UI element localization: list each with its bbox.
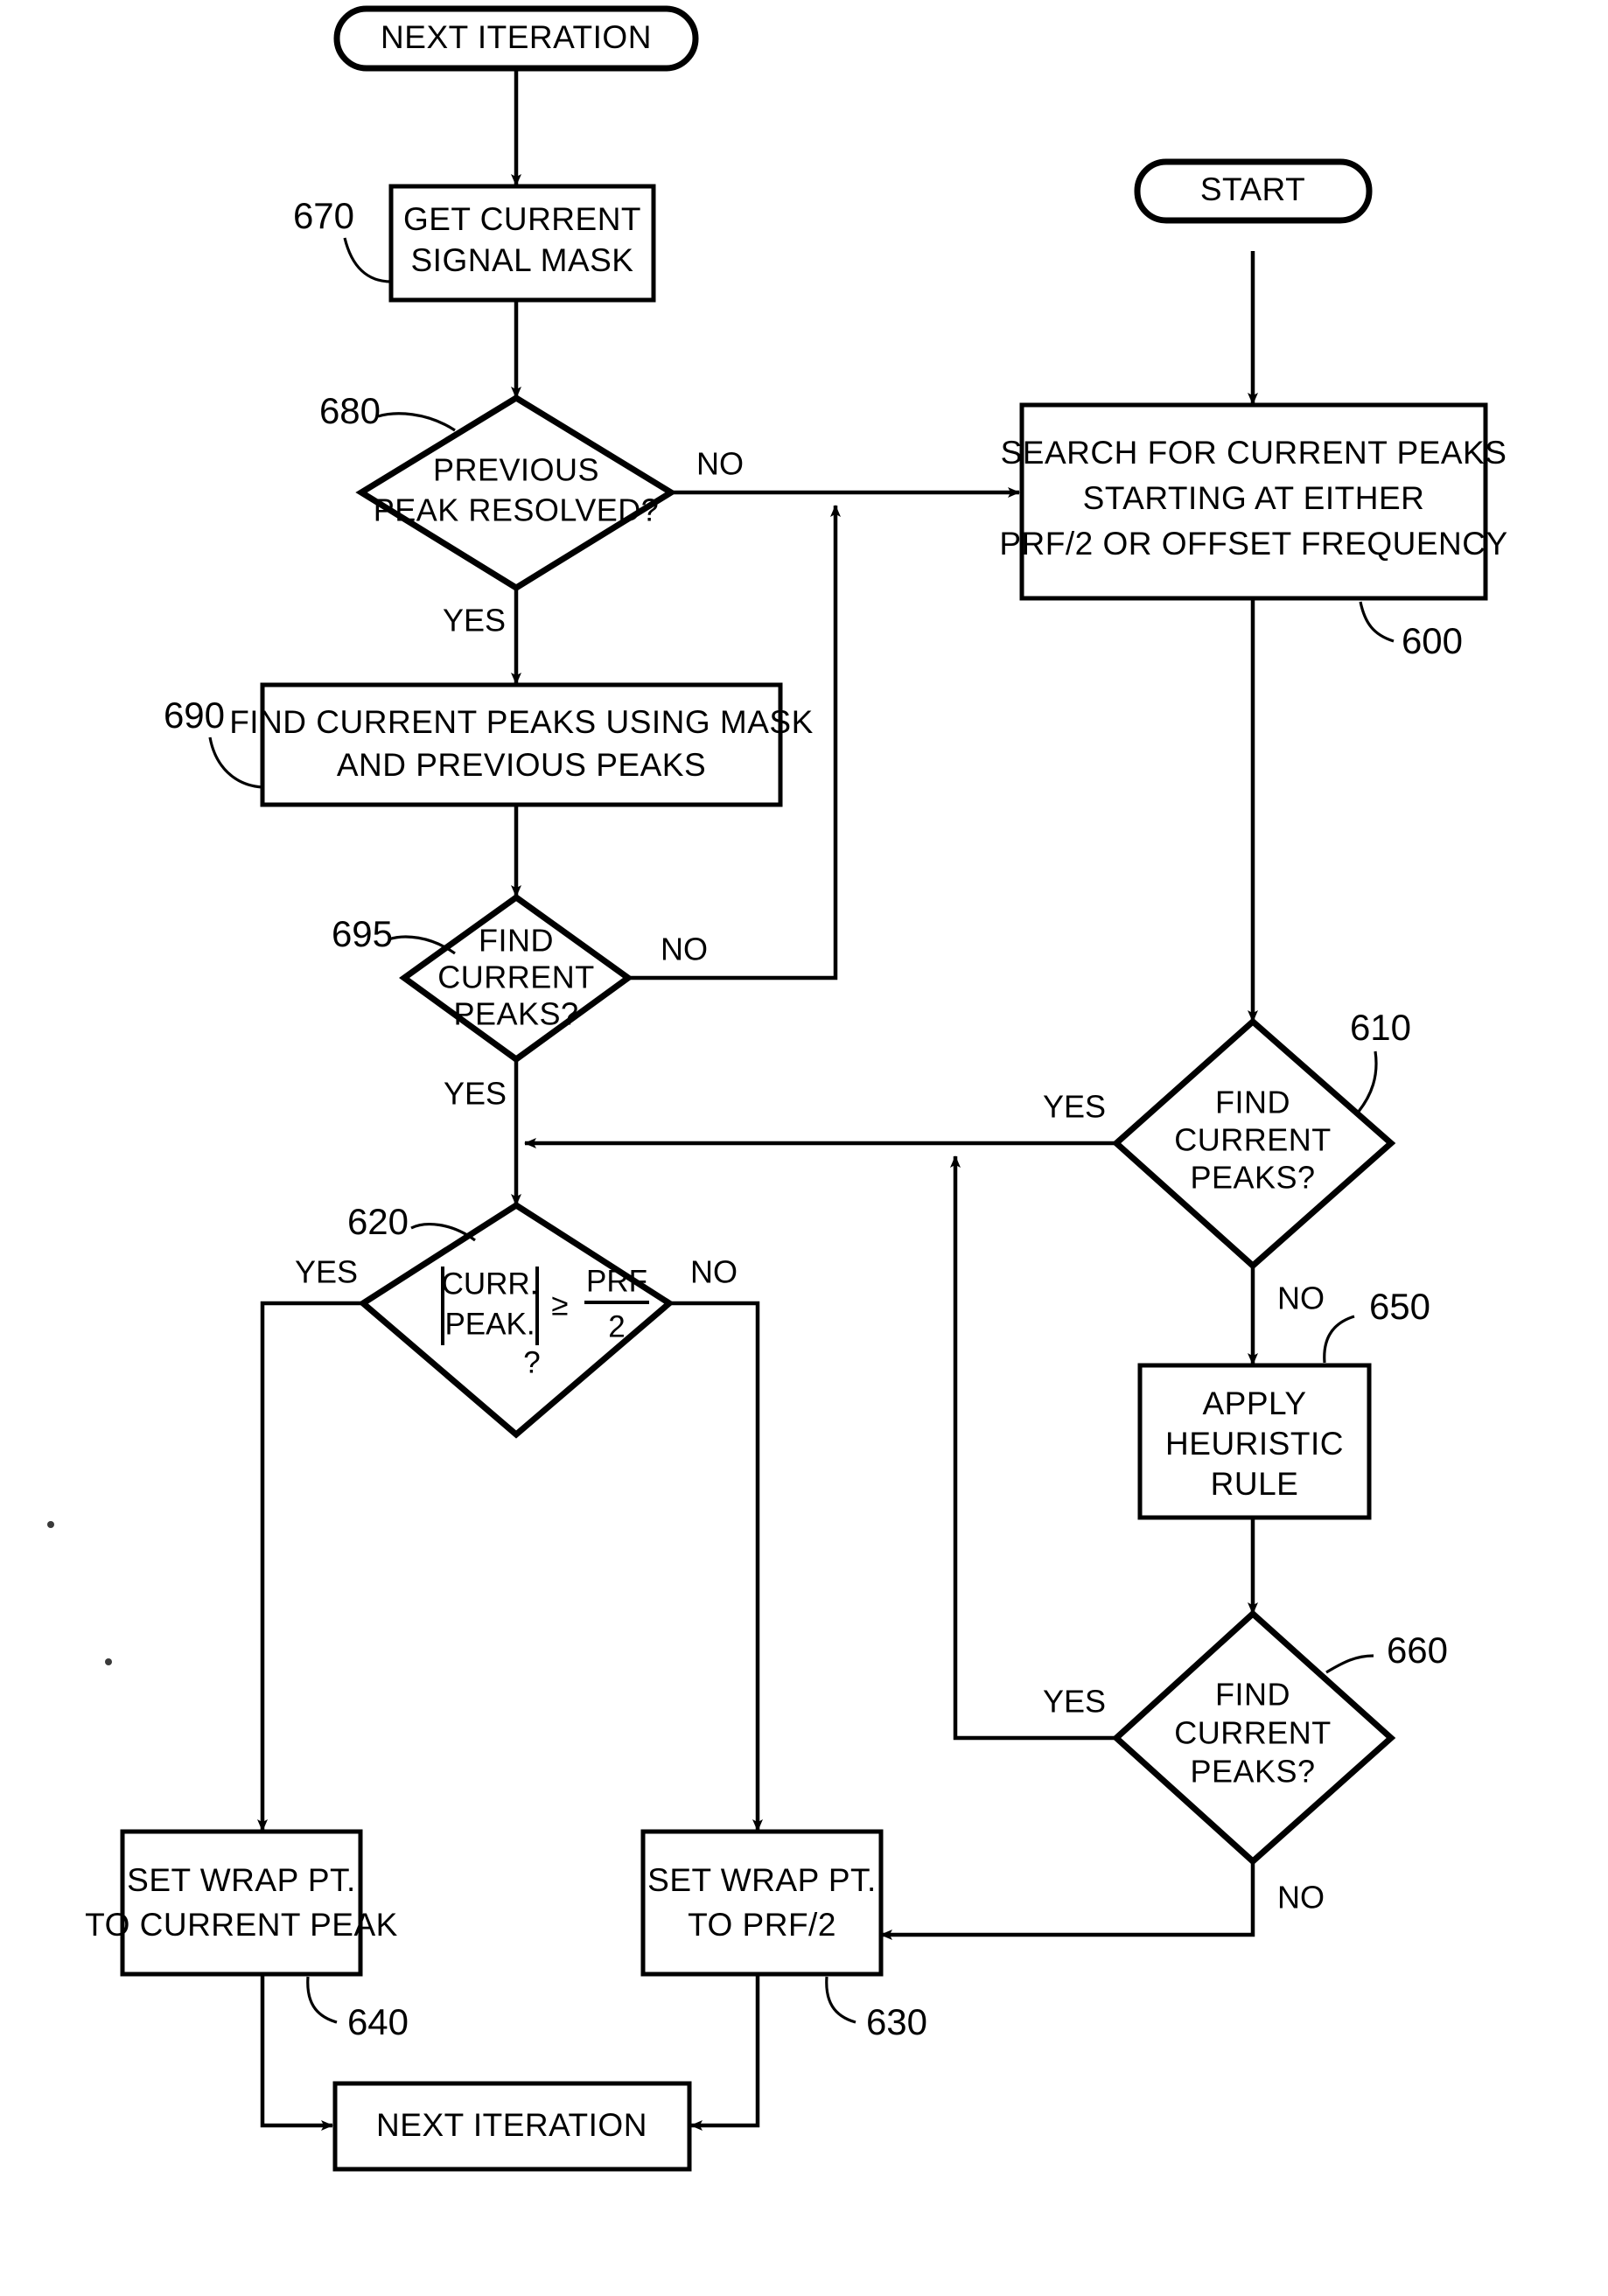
find-610-line2: CURRENT (1174, 1122, 1332, 1158)
previous-peak-line1: PREVIOUS (433, 452, 599, 488)
edge-compare-yes-to-set-current (257, 1301, 363, 1832)
compare-fraction-bottom: 2 (608, 1309, 625, 1343)
find-695-line2: CURRENT (437, 960, 595, 995)
edge-set-current-to-next-iteration (260, 1954, 333, 2131)
find-660-line2: CURRENT (1174, 1715, 1332, 1751)
set-prf2-line2: TO PRF/2 (688, 1907, 836, 1943)
find-660-line3: PEAKS? (1190, 1754, 1315, 1790)
set-current-line1: SET WRAP PT. (127, 1862, 356, 1898)
node-previous-peak-resolved[interactable]: PREVIOUS PEAK RESOLVED? (355, 394, 677, 592)
node-find-current-peaks-610[interactable]: FIND CURRENT PEAKS? (1111, 1017, 1396, 1270)
ref-610-label: 610 (1350, 1007, 1411, 1048)
find-mask-line1: FIND CURRENT PEAKS USING MASK (229, 704, 814, 740)
edge-compare-no-to-set-prf2 (669, 1301, 763, 1832)
ref-680-label: 680 (319, 390, 381, 431)
ref-640-label: 640 (347, 2001, 409, 2042)
node-next-iteration-top[interactable]: NEXT ITERATION (333, 5, 699, 72)
node-next-iteration-bottom[interactable]: NEXT ITERATION (332, 2081, 692, 2172)
ref-600: 600 (1359, 601, 1463, 661)
ref-620: 620 (347, 1201, 476, 1242)
edge-label-695-no: NO (661, 932, 708, 967)
edge-660-no-to-set-prf2 (880, 1861, 1255, 1940)
find-695-line1: FIND (479, 923, 554, 959)
ref-610: 610 (1350, 1007, 1411, 1113)
ref-670-label: 670 (293, 195, 354, 236)
start-label: START (1200, 171, 1305, 207)
ref-630-label: 630 (866, 2001, 927, 2042)
node-set-wrap-pt-prf2[interactable]: SET WRAP PT. TO PRF/2 (640, 1829, 884, 1977)
set-current-line2: TO CURRENT PEAK (85, 1907, 398, 1943)
edge-label-610-no: NO (1277, 1281, 1325, 1316)
node-find-current-peaks-660[interactable]: FIND CURRENT PEAKS? (1111, 1609, 1396, 1866)
find-mask-line2: AND PREVIOUS PEAKS (337, 747, 706, 783)
search-line1: SEARCH FOR CURRENT PEAKS (1001, 435, 1507, 471)
ref-670: 670 (293, 195, 392, 283)
edge-label-610-yes: YES (1043, 1089, 1106, 1125)
edge-label-695-yes: YES (444, 1076, 507, 1112)
find-695-line3: PEAKS? (453, 996, 578, 1032)
ref-640: 640 (306, 1976, 409, 2042)
ref-660: 660 (1325, 1630, 1448, 1674)
edge-set-prf2-to-next-iteration (690, 1954, 760, 2131)
node-find-current-peaks-using-mask[interactable]: FIND CURRENT PEAKS USING MASK AND PREVIO… (229, 682, 814, 807)
edge-label-660-no: NO (1277, 1880, 1325, 1916)
find-660-line1: FIND (1215, 1677, 1290, 1713)
node-search-for-current-peaks[interactable]: SEARCH FOR CURRENT PEAKS STARTING AT EIT… (999, 402, 1507, 601)
compare-question-mark: ? (523, 1345, 540, 1379)
edge-660-yes-to-compare (950, 1155, 1116, 1741)
ref-630: 630 (825, 1976, 927, 2042)
edge-label-compare-no: NO (690, 1254, 738, 1290)
compare-denominator: PEAK. (444, 1307, 535, 1341)
node-find-current-peaks-695[interactable]: FIND CURRENT PEAKS? (399, 893, 633, 1064)
ref-695: 695 (332, 913, 456, 955)
next-iteration-top-label: NEXT ITERATION (381, 19, 652, 55)
heuristic-line1: APPLY (1202, 1385, 1306, 1421)
ref-680: 680 (319, 390, 456, 432)
node-start[interactable]: START (1134, 158, 1373, 224)
heuristic-line3: RULE (1211, 1466, 1299, 1502)
edge-label-previous-peak-yes: YES (443, 603, 506, 639)
node-set-wrap-pt-current-peak[interactable]: SET WRAP PT. TO CURRENT PEAK (85, 1829, 398, 1977)
ref-600-label: 600 (1402, 620, 1463, 661)
next-iteration-bottom-label: NEXT ITERATION (376, 2107, 647, 2143)
search-line2: STARTING AT EITHER (1083, 480, 1425, 516)
node-apply-heuristic-rule[interactable]: APPLY HEURISTIC RULE (1137, 1363, 1372, 1520)
find-610-line3: PEAKS? (1190, 1160, 1315, 1196)
ref-650-label: 650 (1369, 1286, 1430, 1327)
compare-fraction-top: PRF (586, 1264, 647, 1298)
search-line3: PRF/2 OR OFFSET FREQUENCY (999, 526, 1507, 562)
edge-label-compare-yes: YES (295, 1254, 358, 1290)
set-prf2-line1: SET WRAP PT. (647, 1862, 877, 1898)
heuristic-line2: HEURISTIC (1165, 1426, 1344, 1462)
ref-660-label: 660 (1387, 1630, 1448, 1671)
compare-operator: ≥ (551, 1288, 568, 1322)
compare-numerator: CURR. (442, 1267, 539, 1301)
scan-speck (47, 1521, 54, 1528)
ref-650: 650 (1323, 1286, 1430, 1364)
get-mask-line2: SIGNAL MASK (411, 242, 634, 278)
node-get-current-signal-mask[interactable]: GET CURRENT SIGNAL MASK (388, 184, 656, 303)
find-610-line1: FIND (1215, 1085, 1290, 1120)
get-mask-line1: GET CURRENT (403, 201, 641, 237)
figure-canvas: NEXT ITERATION GET CURRENT SIGNAL MASK 6… (0, 0, 1608, 2296)
edge-label-660-yes: YES (1043, 1684, 1106, 1720)
node-curr-peak-compare[interactable]: CURR. PEAK. ≥ PRF 2 ? (358, 1201, 675, 1439)
scan-speck (105, 1658, 112, 1665)
ref-690-label: 690 (164, 694, 225, 736)
edge-label-previous-peak-no: NO (696, 446, 744, 482)
ref-695-label: 695 (332, 913, 393, 954)
ref-620-label: 620 (347, 1201, 409, 1242)
previous-peak-line2: PEAK RESOLVED? (374, 492, 659, 528)
